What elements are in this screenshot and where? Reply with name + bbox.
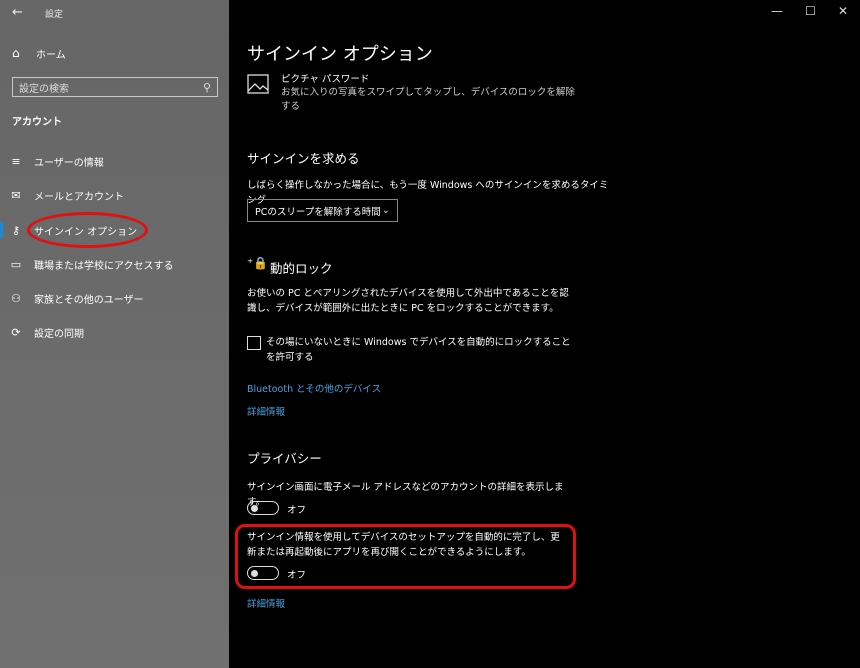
sidebar: ← 設定 ⌂ ホーム 設定の検索 ⚲ アカウント ≡ ユーザーの情報 ✉ メール… [0,0,229,668]
home-nav-item[interactable]: ⌂ ホーム [12,45,66,61]
home-label: ホーム [36,49,66,61]
dynamic-lock-desc: お使いの PC とペアリングされたデバイスを使用して外出中であることを認識し、デ… [247,288,569,314]
key-icon: ⚷ [11,223,21,237]
briefcase-icon: ▭ [10,257,22,271]
sidebar-item-label: 職場または学校にアクセスする [34,260,174,272]
page-title: サインイン オプション [247,44,433,65]
require-signin-heading: サインインを求める [247,151,360,166]
annotation-oval [27,212,148,248]
chevron-down-icon: ⌄ [381,205,390,216]
more-info-link[interactable]: 詳細情報 [247,404,285,418]
sidebar-item-family[interactable]: ⚇ 家族とその他のユーザー [8,289,144,307]
minimize-icon[interactable]: — [771,4,783,18]
privacy-heading: プライバシー [247,451,322,466]
mail-icon: ✉ [11,188,21,202]
search-placeholder: 設定の検索 [19,83,69,95]
picture-password-title[interactable]: ピクチャ パスワード [281,71,369,85]
sidebar-item-user-info[interactable]: ≡ ユーザーの情報 [8,152,104,170]
maximize-icon[interactable]: ☐ [805,4,816,18]
signin-timing-dropdown[interactable]: PCのスリープを解除する時間 ⌄ [247,199,398,222]
user-info-icon: ≡ [11,154,21,168]
privacy-more-info-link[interactable]: 詳細情報 [247,596,285,610]
dynamic-lock-icon: ⁺🔒 [247,256,269,270]
section-header: アカウント [12,117,62,128]
account-details-toggle[interactable] [247,501,279,515]
sync-icon: ⟳ [11,325,21,339]
search-icon: ⚲ [202,80,211,94]
annotation-rectangle [235,524,576,589]
search-input[interactable]: 設定の検索 ⚲ [12,77,218,97]
sidebar-item-email[interactable]: ✉ メールとアカウント [8,186,124,204]
auto-lock-checkbox[interactable] [247,336,261,350]
bluetooth-devices-link[interactable]: Bluetooth とその他のデバイス [247,381,381,395]
sidebar-item-work-school[interactable]: ▭ 職場または学校にアクセスする [8,255,174,273]
window-title: 設定 [45,10,64,20]
toggle-knob [251,504,258,512]
sidebar-item-label: 家族とその他のユーザー [34,294,144,306]
dynamic-lock-heading: 動的ロック [270,261,333,276]
person-icon: ⚇ [11,291,21,305]
close-icon[interactable]: ✕ [838,4,848,18]
sidebar-item-label: メールとアカウント [34,191,124,203]
sidebar-item-sync[interactable]: ⟳ 設定の同期 [8,323,84,341]
back-arrow-icon[interactable]: ← [12,5,23,20]
active-indicator [0,222,3,238]
picture-icon[interactable] [247,74,269,94]
toggle-state-label: オフ [287,505,307,516]
picture-password-desc: お気に入りの写真をスワイプしてタップし、デバイスのロックを解除する [281,87,575,112]
home-icon: ⌂ [12,46,20,60]
dropdown-value: PCのスリープを解除する時間 [255,206,381,218]
sidebar-item-label: ユーザーの情報 [34,157,104,169]
sidebar-item-label: 設定の同期 [34,328,84,340]
auto-lock-checkbox-label[interactable]: その場にいないときに Windows でデバイスを自動的にロックすることを許可す… [266,335,576,365]
